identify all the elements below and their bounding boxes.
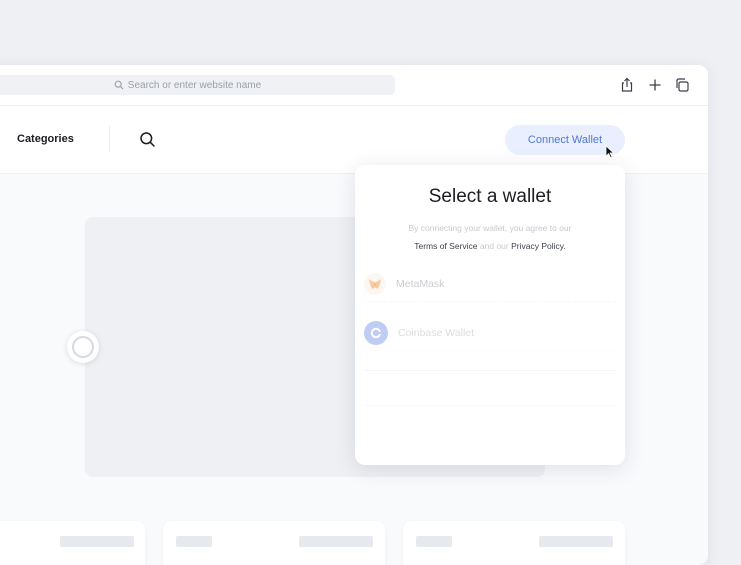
content-card <box>403 521 625 565</box>
search-icon[interactable] <box>139 131 156 148</box>
wallet-option-coinbase[interactable]: Coinbase Wallet <box>364 316 616 351</box>
mouse-cursor-icon <box>605 145 615 159</box>
select-wallet-modal: Select a wallet By connecting your walle… <box>355 165 625 465</box>
share-icon[interactable] <box>619 77 635 93</box>
wallet-option-metamask[interactable]: MetaMask <box>364 267 616 302</box>
text-placeholder <box>416 536 452 547</box>
site-navbar: Categories Connect Wallet <box>0 106 708 174</box>
text-placeholder <box>60 536 134 547</box>
nav-divider <box>109 126 110 152</box>
faded-divider <box>364 370 616 371</box>
spinner-ring <box>72 336 94 358</box>
content-card <box>163 521 385 565</box>
address-bar-placeholder: Search or enter website name <box>127 79 262 91</box>
search-icon <box>114 80 124 90</box>
wallet-name: MetaMask <box>396 278 445 290</box>
privacy-policy-link[interactable]: Privacy Policy. <box>511 241 566 251</box>
subtitle-text: By connecting your wallet, you agree to … <box>408 223 572 233</box>
loading-spinner <box>67 331 99 363</box>
modal-title: Select a wallet <box>428 186 552 207</box>
tabs-overview-icon[interactable] <box>674 77 690 93</box>
browser-toolbar: Search or enter website name <box>0 65 708 106</box>
categories-link[interactable]: Categories <box>17 133 74 145</box>
address-bar[interactable]: Search or enter website name <box>0 75 395 95</box>
coinbase-icon <box>364 321 388 345</box>
text-placeholder <box>539 536 613 547</box>
modal-subtitle: By connecting your wallet, you agree to … <box>355 219 625 255</box>
connect-wallet-label: Connect Wallet <box>527 134 603 146</box>
and-text: and our <box>479 241 509 251</box>
terms-of-service-link[interactable]: Terms of Service <box>414 241 477 251</box>
faded-divider <box>364 405 616 406</box>
new-tab-plus-icon[interactable] <box>647 77 663 93</box>
wallet-name: Coinbase Wallet <box>398 327 475 339</box>
metamask-fox-icon <box>364 273 386 295</box>
text-placeholder <box>299 536 373 547</box>
content-card <box>0 521 145 565</box>
text-placeholder <box>176 536 212 547</box>
